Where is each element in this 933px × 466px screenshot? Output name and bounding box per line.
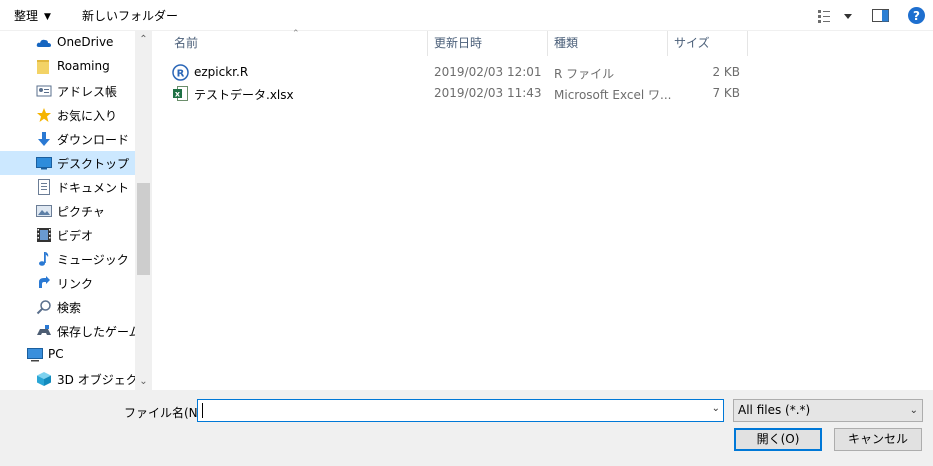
file-name: テストデータ.xlsx — [194, 88, 294, 102]
nav-item-label: ピクチャ — [57, 205, 105, 219]
nav-item-favorites[interactable]: お気に入り — [0, 103, 135, 127]
nav-item-label: ドキュメント — [57, 181, 130, 195]
column-divider[interactable] — [747, 31, 748, 56]
scrollbar-thumb[interactable] — [137, 183, 150, 275]
preview-pane-button[interactable] — [872, 9, 890, 23]
link-icon — [37, 276, 51, 290]
nav-item-address-book[interactable]: アドレス帳 — [0, 79, 135, 103]
nav-item-desktop[interactable]: デスクトップ — [0, 151, 135, 175]
chevron-down-icon: ▼ — [44, 12, 51, 22]
nav-item-label: ダウンロード — [57, 133, 130, 147]
column-header-name[interactable]: 名前 — [174, 31, 198, 56]
nav-item-onedrive[interactable]: OneDrive — [0, 31, 135, 55]
column-header-modified[interactable]: 更新日時 — [434, 31, 482, 56]
nav-item-label: ビデオ — [57, 229, 94, 243]
nav-item-pc[interactable]: PC — [0, 343, 135, 367]
desktop-icon — [36, 157, 52, 170]
change-view-button[interactable] — [817, 9, 857, 23]
scroll-down-icon[interactable]: ⌄ — [135, 373, 152, 390]
file-type: Microsoft Excel ワ... — [554, 88, 672, 102]
nav-item-label: リンク — [57, 277, 94, 291]
game-icon — [37, 325, 51, 335]
folder-icon — [37, 60, 49, 74]
svg-text:R: R — [177, 69, 185, 80]
video-icon — [37, 228, 51, 242]
pc-icon — [27, 348, 43, 362]
dialog-footer: ファイル名(N): ⌄ All files (*.*) ⌄ 開く(O) キャンセ… — [0, 390, 933, 466]
nav-item-label: OneDrive — [57, 35, 114, 49]
nav-item-videos[interactable]: ビデオ — [0, 223, 135, 247]
address-book-icon — [36, 85, 52, 97]
file-row[interactable]: x テストデータ.xlsx 2019/02/03 11:43 Microsoft… — [152, 83, 933, 104]
nav-item-label: デスクトップ — [57, 157, 130, 171]
column-divider[interactable] — [547, 31, 548, 56]
file-name: ezpickr.R — [194, 65, 249, 79]
column-header-type[interactable]: 種類 — [554, 31, 578, 56]
nav-item-saved-games[interactable]: 保存したゲーム — [0, 319, 141, 343]
toolbar: 整理 ▼ 新しいフォルダー ? — [0, 0, 933, 31]
help-button[interactable]: ? — [908, 7, 925, 24]
nav-item-label: お気に入り — [57, 109, 118, 123]
picture-icon — [36, 205, 52, 217]
column-divider[interactable] — [667, 31, 668, 56]
navigation-scrollbar[interactable]: ⌃ ⌄ — [135, 31, 152, 390]
nav-item-roaming[interactable]: Roaming — [0, 55, 135, 79]
nav-item-links[interactable]: リンク — [0, 271, 135, 295]
file-modified: 2019/02/03 12:01 — [434, 65, 542, 79]
file-type: R ファイル — [554, 67, 615, 81]
svg-text:?: ? — [913, 9, 920, 23]
file-list: 名前 ⌃ 更新日時 種類 サイズ R ezpickr.R 2019/02/03 … — [152, 29, 933, 390]
preview-pane-icon — [872, 9, 889, 22]
open-button[interactable]: 開く(O) — [734, 428, 822, 451]
column-header-size[interactable]: サイズ — [674, 31, 710, 56]
nav-item-downloads[interactable]: ダウンロード — [0, 127, 135, 151]
new-folder-button[interactable]: 新しいフォルダー — [82, 7, 178, 25]
chevron-down-icon: ⌄ — [909, 405, 918, 416]
nav-item-label: PC — [48, 347, 64, 361]
nav-item-music[interactable]: ミュージック — [0, 247, 135, 271]
column-divider[interactable] — [427, 31, 428, 56]
nav-item-3d-objects[interactable]: 3D オブジェクト — [0, 367, 150, 390]
music-icon — [39, 252, 49, 266]
nav-item-label: 検索 — [57, 301, 82, 315]
cancel-button[interactable]: キャンセル — [834, 428, 922, 451]
download-icon — [38, 132, 50, 146]
chevron-down-icon[interactable]: ⌄ — [712, 403, 720, 414]
help-icon: ? — [908, 7, 925, 24]
nav-item-label: ミュージック — [57, 253, 129, 267]
nav-item-label: アドレス帳 — [57, 85, 118, 99]
star-icon — [37, 108, 51, 122]
filename-label: ファイル名(N): — [124, 406, 207, 420]
excel-file-icon: x — [173, 86, 188, 101]
navigation-pane: OneDrive Roaming アドレス帳 お気に入り ダウンロード デスクト… — [0, 31, 152, 390]
sort-ascending-icon: ⌃ — [292, 29, 300, 39]
view-details-icon — [818, 10, 852, 23]
cloud-icon — [36, 39, 51, 47]
file-size: 7 KB — [712, 86, 740, 100]
svg-text:x: x — [175, 90, 181, 99]
search-icon — [36, 300, 51, 315]
file-row[interactable]: R ezpickr.R 2019/02/03 12:01 R ファイル 2 KB — [152, 62, 933, 83]
3d-objects-icon — [37, 372, 51, 386]
file-type-select[interactable]: All files (*.*) ⌄ — [733, 399, 923, 422]
nav-item-pictures[interactable]: ピクチャ — [0, 199, 135, 223]
organize-button[interactable]: 整理 ▼ — [14, 7, 51, 25]
document-icon — [38, 179, 50, 195]
nav-item-documents[interactable]: ドキュメント — [0, 175, 135, 199]
file-modified: 2019/02/03 11:43 — [434, 86, 542, 100]
nav-item-searches[interactable]: 検索 — [0, 295, 135, 319]
scroll-up-icon[interactable]: ⌃ — [135, 31, 152, 48]
file-size: 2 KB — [712, 65, 740, 79]
nav-item-label: 保存したゲーム — [57, 325, 141, 339]
organize-label: 整理 — [14, 9, 39, 23]
text-caret — [202, 403, 203, 418]
r-file-icon: R — [172, 64, 189, 81]
file-type-value: All files (*.*) — [738, 403, 811, 417]
filename-input[interactable]: ⌄ — [197, 399, 724, 422]
nav-item-label: Roaming — [57, 59, 110, 73]
